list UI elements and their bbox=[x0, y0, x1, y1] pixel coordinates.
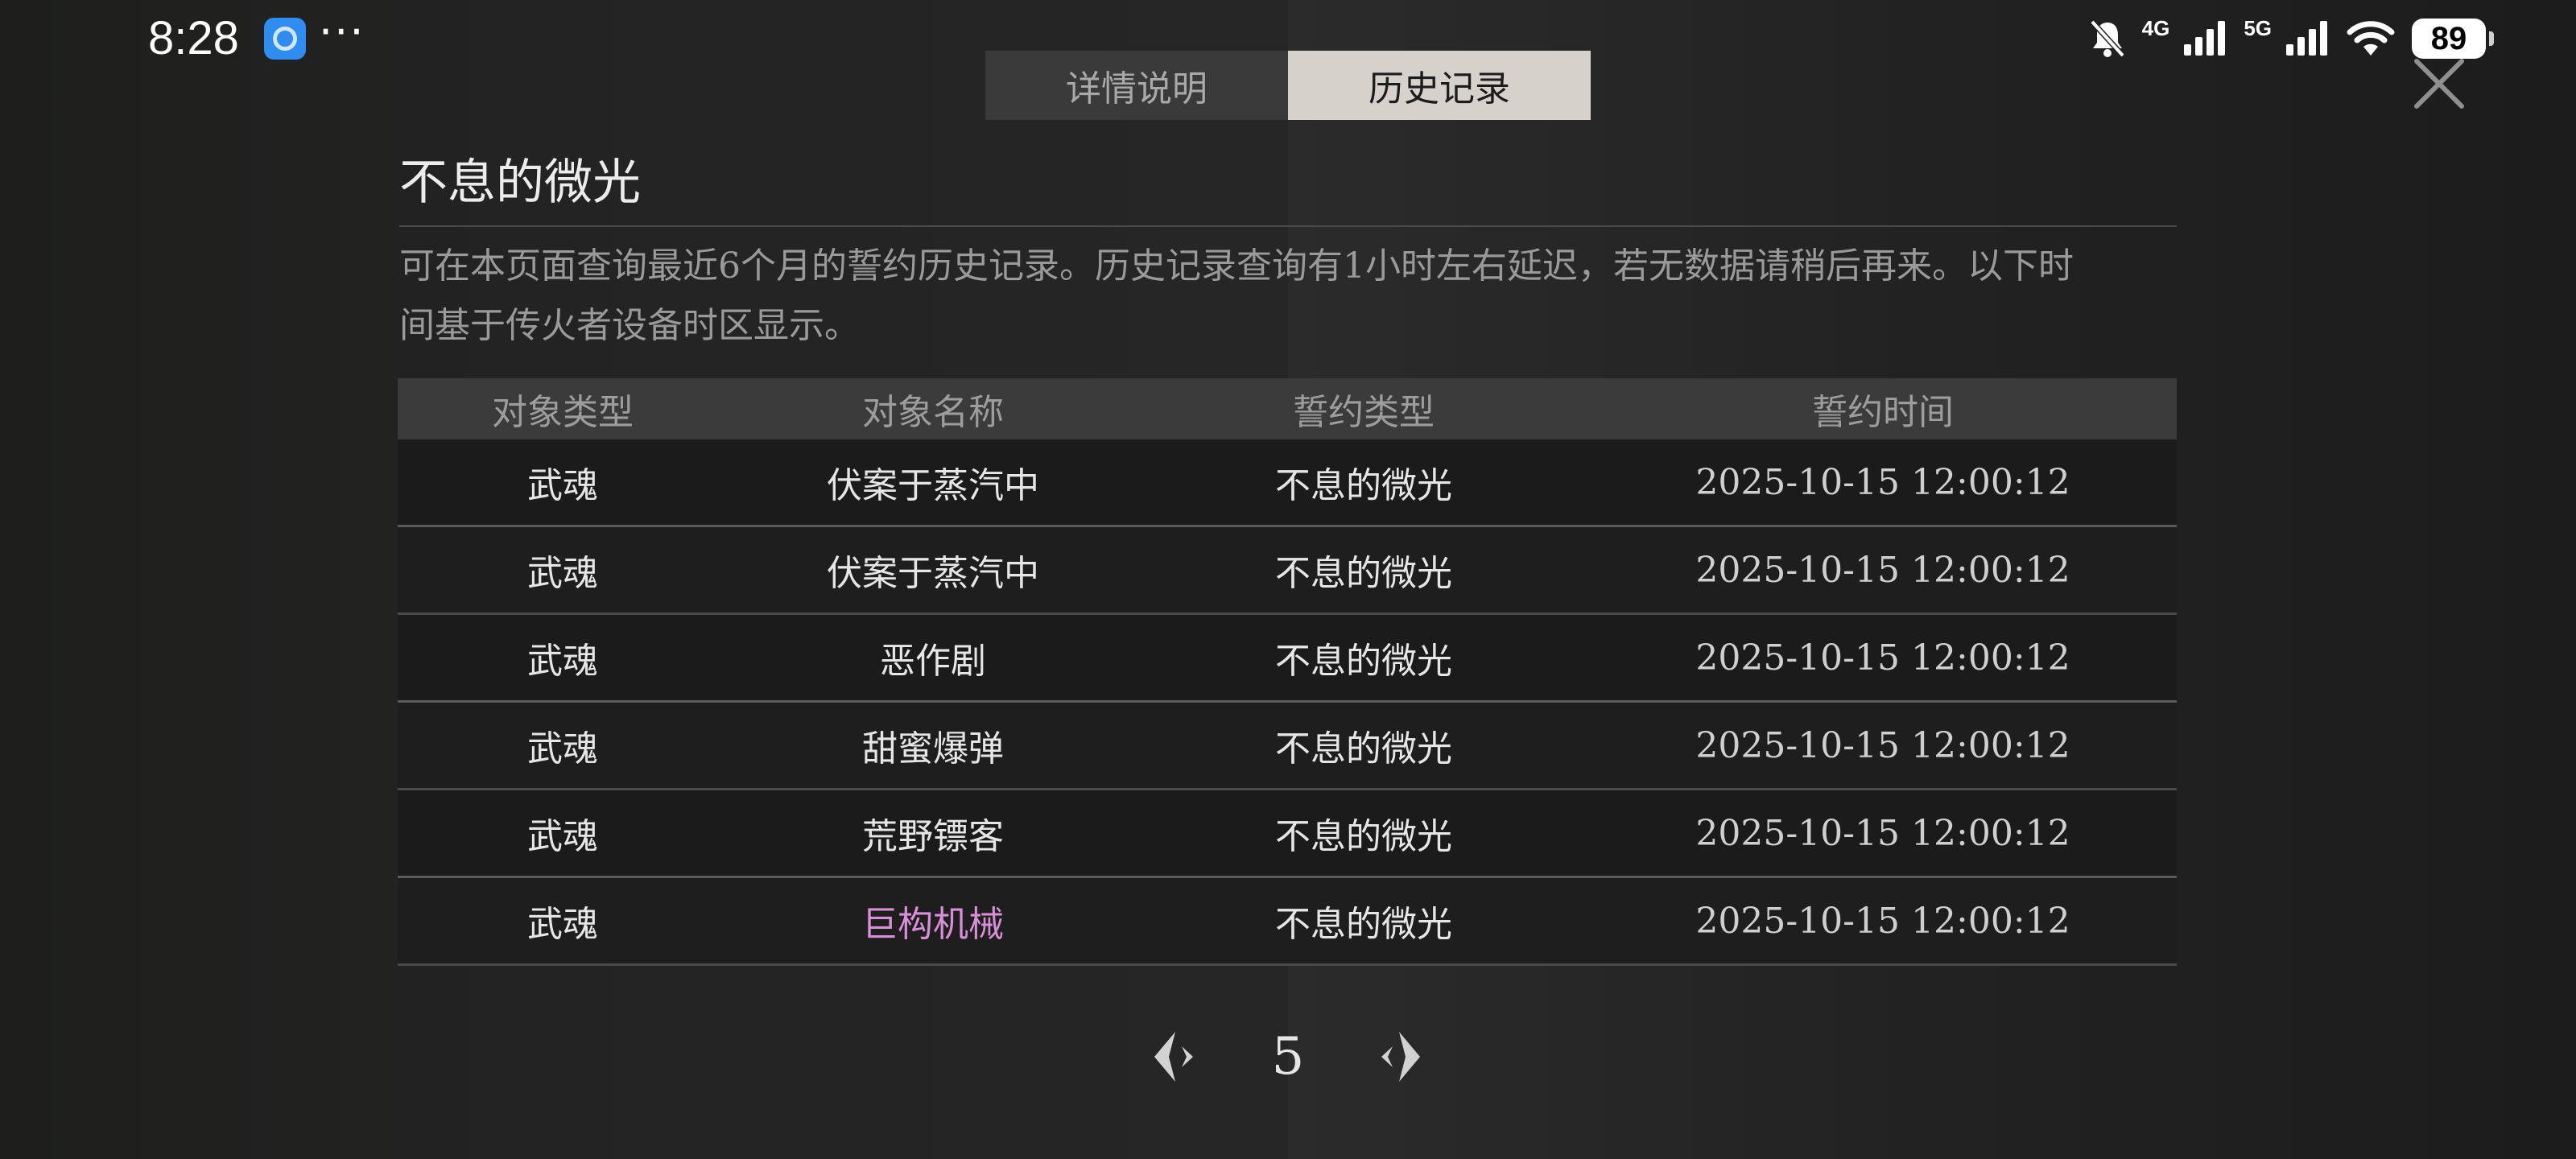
cell-oath-time: 2025-10-15 12:00:12 bbox=[1695, 724, 2070, 766]
table-row: 武魂 伏案于蒸汽中 不息的微光 2025-10-15 12:00:12 bbox=[398, 439, 2177, 527]
network-4g-label: 4G bbox=[2141, 16, 2170, 40]
cell-object-name: 甜蜜爆弹 bbox=[862, 728, 1004, 769]
table-row: 武魂 恶作剧 不息的微光 2025-10-15 12:00:12 bbox=[398, 615, 2177, 703]
header-oath-type: 誓约类型 bbox=[1293, 392, 1435, 433]
cell-oath-time: 2025-10-15 12:00:12 bbox=[1695, 549, 2070, 591]
cell-object-type: 武魂 bbox=[527, 553, 598, 594]
cell-oath-time: 2025-10-15 12:00:12 bbox=[1695, 812, 2070, 854]
cell-oath-type: 不息的微光 bbox=[1275, 728, 1452, 769]
current-page-number: 5 bbox=[1271, 1027, 1305, 1087]
description-line-2: 间基于传火者设备时区显示。 bbox=[399, 305, 860, 346]
signal-4g-icon bbox=[2184, 21, 2226, 56]
header-oath-time: 誓约时间 bbox=[1812, 392, 1954, 433]
cell-oath-time: 2025-10-15 12:00:12 bbox=[1695, 637, 2070, 678]
network-5g-label: 5G bbox=[2244, 16, 2272, 40]
cell-oath-type: 不息的微光 bbox=[1275, 553, 1452, 594]
description-line-1: 可在本页面查询最近6个月的誓约历史记录。历史记录查询有1小时左右延迟，若无数据请… bbox=[399, 245, 2074, 287]
cell-oath-type: 不息的微光 bbox=[1275, 641, 1452, 682]
signal-5g-icon bbox=[2286, 21, 2327, 56]
arrow-right-icon[interactable] bbox=[1370, 1029, 1423, 1085]
table-row: 武魂 伏案于蒸汽中 不息的微光 2025-10-15 12:00:12 bbox=[398, 527, 2177, 615]
status-time: 8:28 bbox=[148, 12, 239, 64]
title-divider bbox=[399, 225, 2177, 227]
battery-indicator: 89 bbox=[2412, 19, 2494, 59]
cell-object-type: 武魂 bbox=[527, 904, 598, 945]
cell-oath-type: 不息的微光 bbox=[1275, 816, 1452, 857]
table-row: 武魂 荒野镖客 不息的微光 2025-10-15 12:00:12 bbox=[398, 790, 2177, 878]
table-header: 对象类型 对象名称 誓约类型 誓约时间 bbox=[398, 378, 2177, 439]
table-row: 武魂 甜蜜爆弹 不息的微光 2025-10-15 12:00:12 bbox=[398, 703, 2177, 790]
table-body: 武魂 伏案于蒸汽中 不息的微光 2025-10-15 12:00:12 武魂 伏… bbox=[398, 439, 2177, 966]
muted-bell-icon bbox=[2090, 19, 2125, 58]
header-object-type: 对象类型 bbox=[492, 392, 634, 433]
cell-object-name-highlighted: 巨构机械 bbox=[862, 904, 1004, 945]
cell-object-type: 武魂 bbox=[527, 816, 598, 857]
tab-bar: 详情说明 历史记录 bbox=[985, 51, 1591, 120]
cell-oath-type: 不息的微光 bbox=[1275, 465, 1452, 506]
header-object-name: 对象名称 bbox=[862, 392, 1004, 433]
cell-object-type: 武魂 bbox=[527, 728, 598, 769]
status-icons: 4G 5G 89 bbox=[2089, 14, 2494, 63]
cell-oath-time: 2025-10-15 12:00:12 bbox=[1695, 461, 2070, 503]
page-title: 不息的微光 bbox=[399, 155, 641, 211]
cell-object-name: 伏案于蒸汽中 bbox=[827, 553, 1039, 594]
cell-object-name: 恶作剧 bbox=[880, 641, 986, 682]
tab-history[interactable]: 历史记录 bbox=[1288, 51, 1591, 120]
cell-object-name: 伏案于蒸汽中 bbox=[827, 465, 1039, 506]
pagination: 5 bbox=[1151, 1021, 1425, 1093]
cell-oath-type: 不息的微光 bbox=[1275, 904, 1452, 945]
description-text: 可在本页面查询最近6个月的誓约历史记录。历史记录查询有1小时左右延迟，若无数据请… bbox=[399, 237, 2251, 356]
more-notifications-icon: ··· bbox=[319, 6, 365, 57]
tab-details[interactable]: 详情说明 bbox=[985, 51, 1288, 120]
cell-object-type: 武魂 bbox=[527, 641, 598, 682]
arrow-left-icon[interactable] bbox=[1151, 1029, 1204, 1085]
cell-oath-time: 2025-10-15 12:00:12 bbox=[1695, 900, 2070, 942]
cell-object-type: 武魂 bbox=[527, 465, 598, 506]
wifi-icon bbox=[2347, 21, 2395, 56]
cell-object-name: 荒野镖客 bbox=[862, 816, 1004, 857]
history-table: 对象类型 对象名称 誓约类型 誓约时间 武魂 伏案于蒸汽中 不息的微光 2025… bbox=[398, 378, 2177, 966]
table-row: 武魂 巨构机械 不息的微光 2025-10-15 12:00:12 bbox=[398, 878, 2177, 966]
app-notification-icon bbox=[264, 18, 306, 60]
close-icon[interactable] bbox=[2412, 56, 2467, 111]
